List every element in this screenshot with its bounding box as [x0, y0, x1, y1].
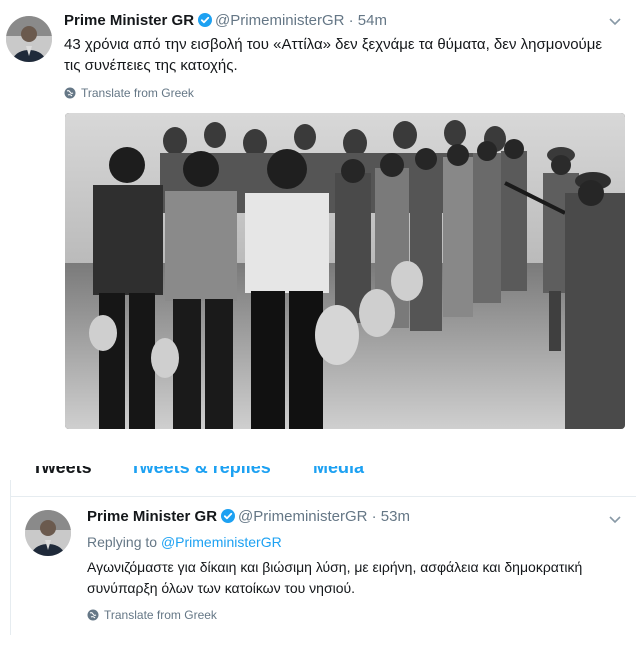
tweet-photo[interactable]: [65, 113, 625, 429]
author-handle[interactable]: @PrimeministerGR: [215, 12, 344, 29]
author-avatar[interactable]: [6, 16, 52, 62]
author-handle[interactable]: @PrimeministerGR: [238, 508, 367, 525]
translate-label: Translate from Greek: [104, 608, 217, 622]
separator-dot: ·: [348, 12, 354, 29]
replying-to-handle[interactable]: @PrimeministerGR: [161, 534, 282, 550]
translate-label: Translate from Greek: [81, 86, 194, 100]
tweet-text: 43 χρόνια από την εισβολή του «Αττίλα» δ…: [64, 34, 634, 76]
author-avatar[interactable]: [25, 510, 71, 556]
author-name[interactable]: Prime Minister GR: [64, 12, 194, 29]
verified-badge-icon: [198, 13, 213, 27]
replying-to: Replying to @PrimeministerGR: [87, 534, 282, 550]
card-left-border: [10, 480, 11, 635]
tweet-text-line: 43 χρόνια από την εισβολή του «Αττίλα» δ…: [64, 36, 603, 53]
tweet-text: Αγωνιζόμαστε για δίκαιη και βιώσιμη λύση…: [87, 557, 635, 599]
photo-image: [65, 113, 625, 429]
tweet-text-line: συνύπαρξη όλων των κατοίκων του νησιού.: [87, 580, 356, 596]
author-name[interactable]: Prime Minister GR: [87, 508, 217, 525]
tweet-header: Prime Minister GR @PrimeministerGR · 53m: [87, 508, 410, 525]
replying-to-label: Replying to: [87, 534, 158, 550]
tweet-timestamp[interactable]: 54m: [358, 12, 387, 29]
verified-badge-icon: [221, 509, 236, 523]
tweet-text-line: τις συνέπειες της κατοχής.: [64, 57, 238, 74]
tab-media[interactable]: Media: [313, 466, 364, 478]
tweet-text-line: Αγωνιζόμαστε για δίκαιη και βιώσιμη λύση…: [87, 559, 583, 575]
profile-tabs: Tweets Tweets & replies Media: [0, 466, 639, 482]
avatar-image: [6, 16, 52, 62]
tweet-timestamp[interactable]: 53m: [381, 508, 410, 525]
tab-tweets[interactable]: Tweets: [32, 466, 92, 478]
globe-icon: [64, 87, 76, 99]
tab-tweets-and-replies[interactable]: Tweets & replies: [130, 466, 271, 478]
tweet-header: Prime Minister GR @PrimeministerGR · 54m: [64, 12, 387, 29]
avatar-image: [25, 510, 71, 556]
separator-dot: ·: [371, 508, 377, 525]
translate-link[interactable]: Translate from Greek: [64, 86, 194, 100]
globe-icon: [87, 609, 99, 621]
translate-link[interactable]: Translate from Greek: [87, 608, 217, 622]
chevron-down-icon[interactable]: [608, 512, 622, 528]
card-divider: [10, 496, 636, 497]
chevron-down-icon[interactable]: [608, 14, 622, 30]
